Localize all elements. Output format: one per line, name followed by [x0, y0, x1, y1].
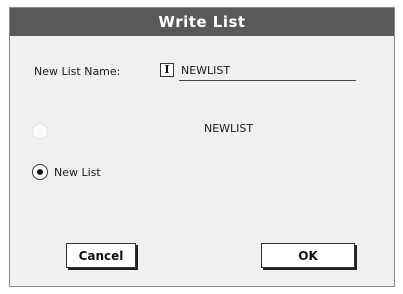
list-name-field: I [160, 61, 356, 81]
list-name-input[interactable] [179, 61, 356, 81]
existing-list-name: NEWLIST [204, 122, 254, 135]
text-cursor-icon: I [160, 63, 174, 77]
write-list-dialog: Write List New List Name: I NEWLIST New … [9, 7, 395, 287]
option-new-list[interactable]: New List [32, 164, 101, 180]
new-list-label: New List [54, 165, 101, 179]
radio-selected-dot [37, 169, 43, 175]
existing-list-radio[interactable] [32, 123, 48, 139]
option-existing-list[interactable] [32, 123, 48, 139]
list-name-label: New List Name: [34, 65, 121, 78]
dialog-title: Write List [10, 8, 394, 36]
new-list-radio[interactable] [32, 164, 48, 180]
ok-button[interactable]: OK [261, 243, 355, 268]
cancel-button[interactable]: Cancel [66, 243, 136, 268]
